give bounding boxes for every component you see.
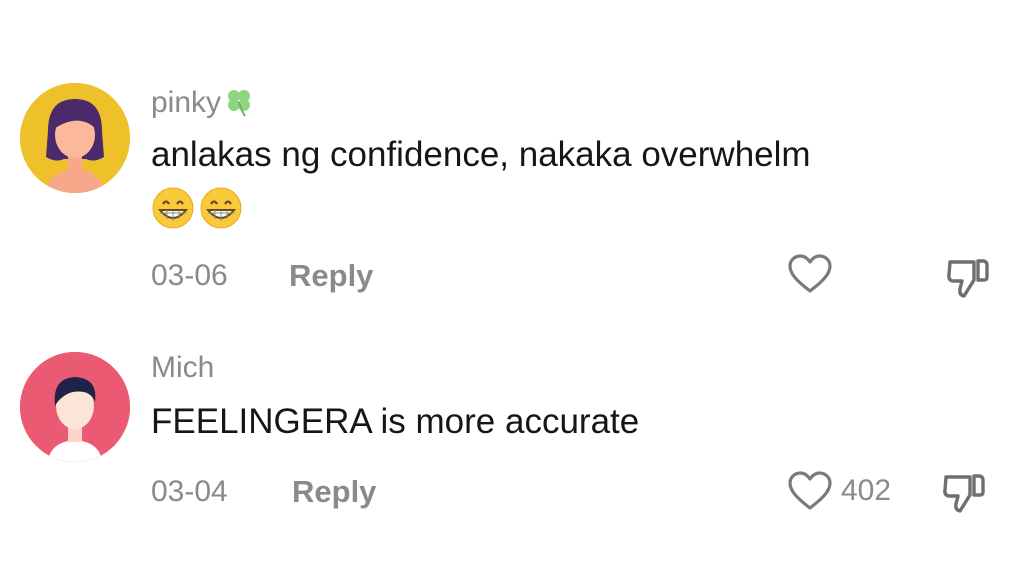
- like-button[interactable]: [787, 253, 841, 295]
- dislike-button[interactable]: [940, 467, 988, 520]
- username[interactable]: Mich: [151, 353, 214, 383]
- emoji-row: [151, 186, 243, 230]
- comment-text: anlakas ng confidence, nakaka overwhelm: [151, 135, 811, 174]
- grinning-face-icon: [200, 187, 242, 229]
- grinning-face-icon: [152, 187, 194, 229]
- like-count: 402: [841, 474, 892, 507]
- comment-date: 03-06: [151, 259, 228, 292]
- reply-button[interactable]: Reply: [289, 260, 373, 291]
- thumbs-down-icon: [947, 259, 989, 298]
- avatar-woman-icon: [20, 83, 130, 193]
- avatar[interactable]: [20, 352, 130, 462]
- thumbs-down-icon: [943, 474, 985, 513]
- like-button[interactable]: 402: [787, 470, 891, 512]
- comment-date: 03-04: [151, 475, 228, 508]
- avatar-person-icon: [20, 352, 130, 462]
- comment-text: FEELINGERA is more accurate: [151, 402, 640, 441]
- username-text: Mich: [151, 351, 215, 384]
- avatar[interactable]: [20, 83, 130, 193]
- heart-icon: [788, 254, 832, 293]
- dislike-button[interactable]: [944, 252, 992, 305]
- username[interactable]: pinky: [151, 86, 255, 124]
- comment-item: pinky anlakas ng confidence, nakaka over…: [0, 0, 1024, 320]
- username-text: pinky: [151, 86, 222, 119]
- four-leaf-clover-icon: [223, 86, 255, 124]
- comment-item: Mich FEELINGERA is more accurate 03-04 R…: [0, 320, 1024, 576]
- reply-button[interactable]: Reply: [292, 476, 376, 507]
- heart-icon: [788, 471, 832, 510]
